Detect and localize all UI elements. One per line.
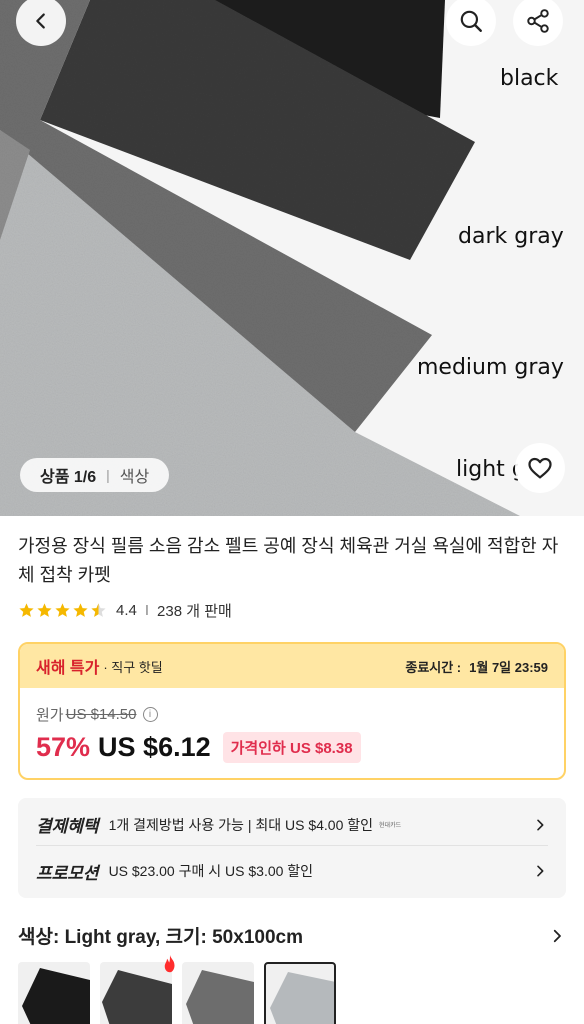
heart-icon: [528, 457, 552, 479]
rating-row[interactable]: 4.4 I 238 개 판매: [18, 600, 232, 621]
swatch-label-dark-gray: dark gray: [458, 224, 564, 249]
star-full-icon: [37, 603, 52, 617]
share-icon: [527, 9, 549, 33]
deal-box: 새해 특가 · 직구 핫딜 종료시간 : 1월 7일 23:59 원가 US $1…: [18, 642, 566, 780]
discount-percent: 57%: [36, 732, 91, 762]
promotion-row[interactable]: 프로모션 US $23.00 구매 시 US $3.00 할인: [36, 850, 548, 892]
rating-value: 4.4: [116, 602, 137, 619]
swatch-label-medium-gray: medium gray: [417, 355, 564, 380]
star-rating: [18, 602, 108, 619]
deal-end-time: 종료시간 : 1월 7일 23:59: [405, 657, 548, 676]
swatch-label-light-gray: light g: [456, 457, 518, 482]
felt-swatches-image: [0, 0, 584, 516]
deal-banner: 새해 특가 · 직구 핫딜 종료시간 : 1월 7일 23:59: [20, 644, 564, 688]
info-icon[interactable]: i: [142, 707, 158, 722]
deal-end-label: 종료시간 :: [405, 659, 462, 675]
image-counter: 상품 1/6: [40, 469, 97, 486]
price-row: 57% US $6.12 가격인하 US $8.38: [36, 732, 361, 763]
promotion-label: 프로모션: [36, 863, 99, 883]
variant-thumb-black[interactable]: [18, 962, 90, 1024]
search-icon: [460, 10, 482, 32]
chevron-right-icon: [537, 865, 544, 877]
like-button[interactable]: [515, 443, 565, 493]
benefits-box: 결제혜택 1개 결제방법 사용 가능 | 최대 US $4.00 할인 현대카드…: [18, 798, 566, 898]
swatch-label-black: black: [500, 66, 559, 91]
star-full-icon: [19, 603, 34, 617]
product-image-gallery[interactable]: black dark gray medium gray light g 상품 1…: [0, 0, 584, 516]
sold-count: 238 개 판매: [157, 603, 232, 620]
product-info-section: 가정용 장식 필름 소음 감소 펠트 공예 장식 체육관 거실 욕실에 적합한 …: [0, 516, 584, 1024]
selected-option: 색상: Light gray, 크기: 50x100cm: [18, 927, 303, 948]
image-category[interactable]: 색상: [120, 463, 149, 487]
price-drop-badge: 가격인하 US $8.38: [222, 732, 361, 763]
deal-end-value: 1월 7일 23:59: [469, 659, 548, 675]
counter-divider: |: [106, 467, 110, 483]
star-full-icon: [55, 603, 70, 617]
product-title: 가정용 장식 필름 소음 감소 펠트 공예 장식 체육관 거실 욕실에 적합한 …: [18, 536, 559, 585]
payment-benefit-label: 결제혜택: [36, 817, 99, 836]
promo-sub: · 직구 핫딜: [103, 659, 163, 675]
card-logo: 현대카드: [379, 823, 402, 829]
star-full-icon: [73, 603, 88, 617]
felt-thumb-image: [186, 970, 254, 1024]
rating-divider: I: [144, 602, 150, 619]
chevron-right-icon: [537, 819, 544, 830]
felt-thumb-image: [270, 972, 334, 1024]
felt-thumb-image: [22, 968, 90, 1024]
option-selector[interactable]: 색상: Light gray, 크기: 50x100cm: [18, 922, 566, 949]
original-price-label: 원가: [36, 707, 64, 724]
variant-thumbnails: [18, 955, 346, 1024]
sale-price: US $6.12: [98, 732, 211, 762]
promo-name: 새해 특가: [36, 660, 100, 677]
fire-icon: [164, 955, 175, 973]
promotion-text: US $23.00 구매 시 US $3.00 할인: [108, 863, 314, 879]
payment-benefit-text: 1개 결제방법 사용 가능 | 최대 US $4.00 할인: [108, 816, 374, 833]
image-counter-pill: 상품 1/6 | 색상: [20, 458, 170, 492]
chevron-right-icon: [553, 929, 561, 942]
original-price-row: 원가 US $14.50 i: [36, 704, 158, 725]
variant-thumb-light-gray[interactable]: [264, 962, 336, 1024]
variant-thumb-medium-gray[interactable]: [182, 962, 254, 1024]
star-partial-icon: [91, 603, 106, 617]
payment-benefit-row[interactable]: 결제혜택 1개 결제방법 사용 가능 | 최대 US $4.00 할인 현대카드: [36, 804, 548, 846]
original-price: US $14.50: [65, 706, 137, 723]
chevron-left-icon: [36, 13, 45, 29]
